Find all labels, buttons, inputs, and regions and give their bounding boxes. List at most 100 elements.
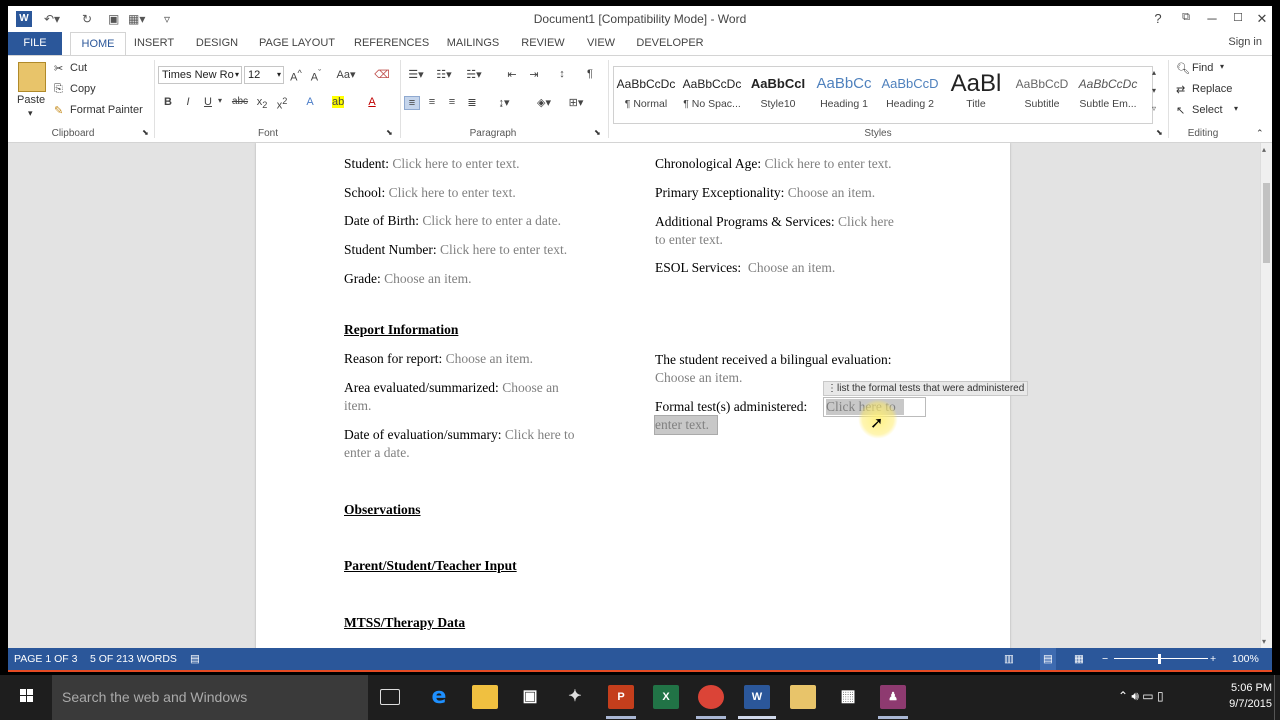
shading-icon[interactable]: ◈▾ xyxy=(532,96,556,109)
italic-icon[interactable]: I xyxy=(180,96,196,108)
superscript-icon[interactable]: x2 xyxy=(274,96,290,112)
style-heading-2[interactable]: AaBbCcD Heading 2 xyxy=(878,70,942,120)
area-evaluated-placeholder-cont[interactable]: item. xyxy=(344,397,371,415)
paste-button[interactable]: Paste xyxy=(17,94,45,106)
vertical-scrollbar[interactable]: ▴ ▾ xyxy=(1260,143,1272,648)
find-button[interactable]: Find xyxy=(1192,62,1213,74)
clear-formatting-icon[interactable]: ⌫ xyxy=(374,68,390,81)
styles-scroll-up-icon[interactable]: ▴ xyxy=(1146,68,1162,77)
edge-icon[interactable]: e xyxy=(426,685,452,709)
bullets-icon[interactable]: ☰▾ xyxy=(406,68,426,81)
help-button[interactable]: ? xyxy=(1148,11,1168,26)
scroll-thumb[interactable] xyxy=(1263,183,1270,263)
bilingual-evaluation-placeholder[interactable]: Choose an item. xyxy=(655,369,742,387)
align-center-icon[interactable]: ≡ xyxy=(424,96,440,108)
folder-icon[interactable] xyxy=(790,685,816,709)
maximize-button[interactable]: ☐ xyxy=(1228,11,1248,24)
reason-for-report-field[interactable]: Reason for report: Choose an item. xyxy=(344,350,533,368)
additional-programs-placeholder-cont[interactable]: to enter text. xyxy=(655,231,723,249)
date-of-evaluation-placeholder-cont[interactable]: enter a date. xyxy=(344,444,410,462)
tab-mailings[interactable]: MAILINGS xyxy=(444,32,502,55)
style-subtitle[interactable]: AaBbCcD Subtitle xyxy=(1010,70,1074,120)
field-placeholder[interactable]: Click here to enter a date. xyxy=(422,213,561,228)
field-placeholder[interactable]: Choose an item. xyxy=(788,185,875,200)
tab-developer[interactable]: DEVELOPER xyxy=(636,32,704,55)
page-count[interactable]: PAGE 1 OF 3 xyxy=(14,648,77,670)
line-spacing-icon[interactable]: ↨▾ xyxy=(492,96,516,109)
bold-icon[interactable]: B xyxy=(160,96,176,108)
sort-icon[interactable]: ↕ xyxy=(554,68,570,80)
tab-file[interactable]: FILE xyxy=(8,32,62,55)
field-placeholder[interactable]: Choose an item. xyxy=(748,260,835,275)
field-placeholder[interactable]: Click here to enter text. xyxy=(764,156,891,171)
paste-dropdown-icon[interactable]: ▾ xyxy=(28,108,33,119)
style-title[interactable]: AaBl Title xyxy=(944,70,1008,120)
change-case-icon[interactable]: Aa▾ xyxy=(334,68,358,81)
word-count[interactable]: 5 OF 213 WORDS xyxy=(90,648,177,670)
styles-scroll-down-icon[interactable]: ▾ xyxy=(1146,86,1162,95)
date-of-birth-field[interactable]: Date of Birth: Click here to enter a dat… xyxy=(344,212,561,230)
word-icon[interactable]: W xyxy=(744,685,770,709)
tab-home[interactable]: HOME xyxy=(70,32,126,55)
system-clock[interactable]: 5:06 PM 9/7/2015 xyxy=(1229,680,1272,712)
calculator-icon[interactable]: ▦ xyxy=(835,685,861,709)
copy-button[interactable]: Copy xyxy=(70,83,96,95)
select-icon[interactable]: ↖ xyxy=(1176,104,1185,117)
copy-icon[interactable]: ⎘ xyxy=(54,83,63,96)
format-painter-button[interactable]: Format Painter xyxy=(70,104,143,116)
field-placeholder[interactable]: Choose an xyxy=(502,380,559,395)
web-layout-icon[interactable]: ▦ xyxy=(1074,648,1084,670)
start-button[interactable] xyxy=(0,675,52,720)
chevron-down-icon[interactable]: ▾ xyxy=(212,96,228,105)
tab-design[interactable]: DESIGN xyxy=(194,32,240,55)
esol-services-field[interactable]: ESOL Services: Choose an item. xyxy=(655,259,835,277)
justify-icon[interactable]: ≣ xyxy=(464,96,480,109)
grade-field[interactable]: Grade: Choose an item. xyxy=(344,270,471,288)
cut-icon[interactable]: ✂ xyxy=(54,62,63,75)
show-formatting-marks-icon[interactable]: ¶ xyxy=(582,68,598,80)
taskbar-search-input[interactable]: Search the web and Windows xyxy=(52,675,368,720)
field-placeholder[interactable]: Click here to enter text. xyxy=(440,242,567,257)
field-placeholder[interactable]: Click here to enter text. xyxy=(389,185,516,200)
highlight-color-icon[interactable]: ab xyxy=(332,96,344,108)
style-style10[interactable]: AaBbCcI Style10 xyxy=(746,70,810,120)
scroll-down-icon[interactable]: ▾ xyxy=(1262,637,1266,646)
style-heading-1[interactable]: AaBbCc Heading 1 xyxy=(812,70,876,120)
borders-icon[interactable]: ⊞▾ xyxy=(564,96,588,109)
app-icon[interactable]: ✦ xyxy=(562,685,588,709)
field-placeholder[interactable]: Click here xyxy=(838,214,894,229)
text-effects-icon[interactable]: A xyxy=(302,96,318,108)
replace-button[interactable]: Replace xyxy=(1192,83,1232,95)
tray-icons[interactable]: ⌃ 🔊︎ ▭ ▯ xyxy=(1118,689,1164,704)
subscript-icon[interactable]: x2 xyxy=(254,96,270,110)
read-mode-icon[interactable]: ▥ xyxy=(1004,648,1014,670)
date-of-evaluation-field[interactable]: Date of evaluation/summary: Click here t… xyxy=(344,426,575,444)
zoom-level[interactable]: 100% xyxy=(1232,648,1259,670)
close-button[interactable]: ✕ xyxy=(1252,11,1272,27)
chevron-down-icon[interactable]: ▾ xyxy=(1234,104,1238,113)
find-icon[interactable]: 🔍︎ xyxy=(1176,62,1190,75)
styles-launcher-icon[interactable]: ⬊ xyxy=(1156,128,1163,137)
sign-in-link[interactable]: Sign in xyxy=(1228,36,1262,48)
font-size-combo[interactable]: 12 ▾ xyxy=(244,66,284,84)
scroll-up-icon[interactable]: ▴ xyxy=(1262,145,1266,154)
format-painter-icon[interactable]: ✎ xyxy=(54,104,63,117)
minimize-button[interactable]: ─ xyxy=(1202,11,1222,26)
paragraph-launcher-icon[interactable]: ⬊ xyxy=(594,128,601,137)
app-icon[interactable]: ♟ xyxy=(880,685,906,709)
tab-review[interactable]: REVIEW xyxy=(520,32,566,55)
excel-icon[interactable]: X xyxy=(653,685,679,709)
student-field[interactable]: Student: Click here to enter text. xyxy=(344,155,519,173)
multilevel-list-icon[interactable]: ☵▾ xyxy=(464,68,484,81)
show-desktop-button[interactable] xyxy=(1274,675,1280,720)
decrease-indent-icon[interactable]: ⇤ xyxy=(504,68,520,81)
primary-exceptionality-field[interactable]: Primary Exceptionality: Choose an item. xyxy=(655,184,875,202)
field-placeholder[interactable]: Click here to xyxy=(505,427,575,442)
styles-more-icon[interactable]: ▿ xyxy=(1146,104,1162,113)
increase-indent-icon[interactable]: ⇥ xyxy=(526,68,542,81)
student-number-field[interactable]: Student Number: Click here to enter text… xyxy=(344,241,567,259)
strikethrough-icon[interactable]: abc xyxy=(230,96,250,107)
area-evaluated-field[interactable]: Area evaluated/summarized: Choose an xyxy=(344,379,559,397)
style-normal[interactable]: AaBbCcDc ¶ Normal xyxy=(614,70,678,120)
formal-tests-placeholder-cont[interactable]: enter text. xyxy=(655,416,709,434)
